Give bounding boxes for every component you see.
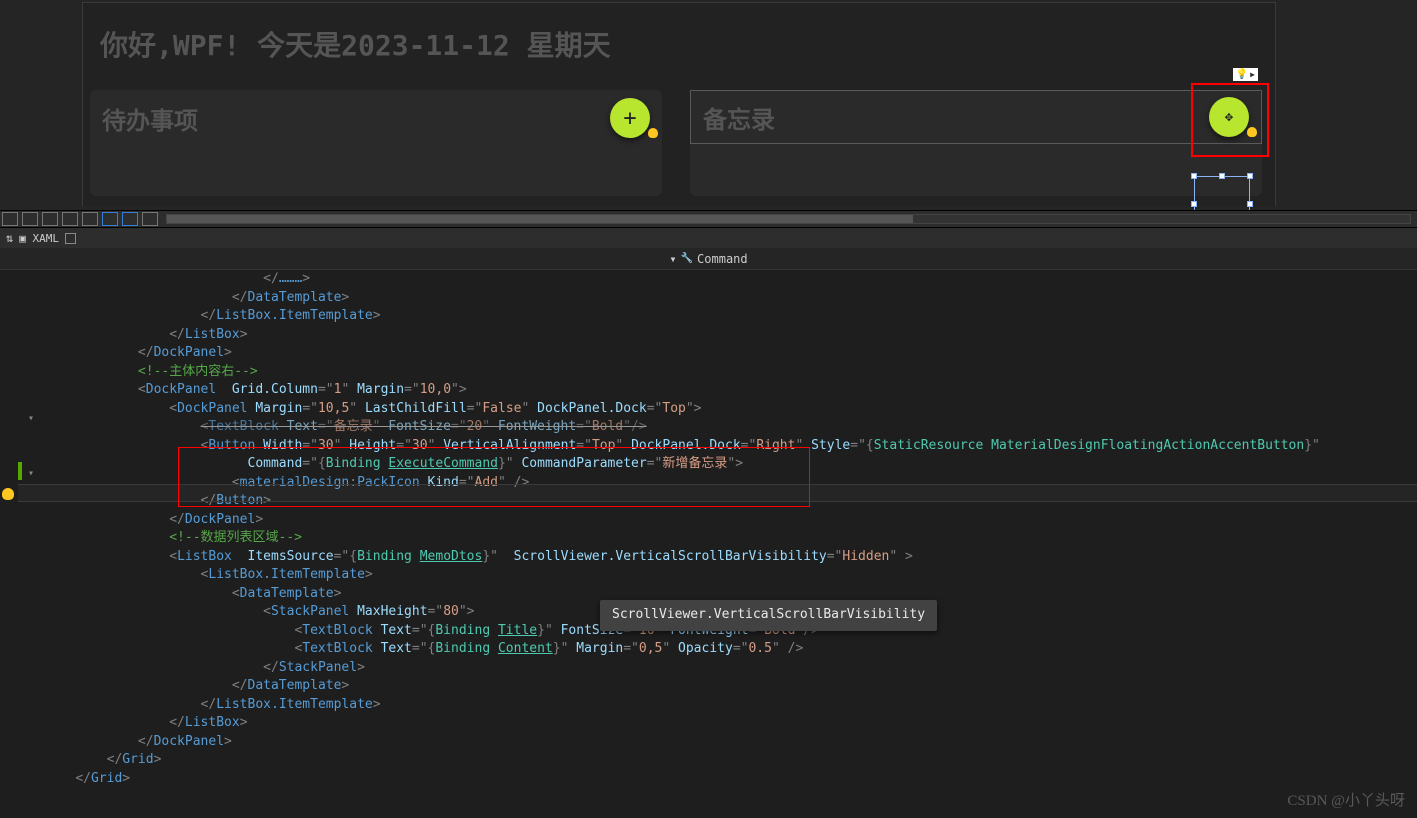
- zoom-icon[interactable]: [122, 212, 138, 226]
- lightbulb-hint[interactable]: 💡: [1233, 68, 1258, 81]
- wrench-icon: 🔧: [681, 253, 693, 264]
- card-memo-label: 备忘录: [703, 100, 775, 135]
- fold-icon[interactable]: ▾: [28, 465, 40, 484]
- tool-icon[interactable]: [2, 212, 18, 226]
- gutter: [0, 270, 16, 788]
- card-todo-label: 待办事项: [102, 101, 198, 136]
- breadcrumb-bar: ▾ 🔧 Command: [0, 248, 1417, 270]
- horizontal-scrollbar[interactable]: [166, 214, 1411, 224]
- guides-icon[interactable]: [82, 212, 98, 226]
- crumb-dropdown[interactable]: ▾: [669, 252, 676, 266]
- card-memo[interactable]: 备忘录 + 💡: [690, 90, 1262, 196]
- arrow-icon[interactable]: [142, 212, 158, 226]
- snap-icon[interactable]: [62, 212, 78, 226]
- watermark: CSDN @小丫头呀: [1287, 789, 1405, 810]
- designer-toolbar: [0, 210, 1417, 228]
- crumb-text[interactable]: Command: [697, 252, 748, 266]
- intellisense-tooltip: ScrollViewer.VerticalScrollBarVisibility: [600, 600, 937, 631]
- current-line-highlight: [18, 484, 1417, 502]
- lightbulb-gutter-icon[interactable]: [2, 488, 14, 500]
- bulb-icon: [648, 128, 658, 138]
- swap-panes-icon[interactable]: ⇅: [6, 231, 13, 245]
- card-todo[interactable]: 待办事项 +: [90, 90, 662, 196]
- popout-icon[interactable]: [65, 233, 76, 244]
- designer-canvas[interactable]: 你好,WPF! 今天是2023-11-12 星期天 待办事项 + 备忘录 + 💡: [0, 0, 1417, 210]
- greeting-text: 你好,WPF! 今天是2023-11-12 星期天: [100, 24, 611, 64]
- grid-icon[interactable]: [42, 212, 58, 226]
- fx-icon[interactable]: [22, 212, 38, 226]
- fab-add-memo[interactable]: +: [1209, 97, 1249, 137]
- change-marker: [18, 462, 22, 480]
- code-content[interactable]: <∕………> </DataTemplate> </ListBox.ItemTem…: [44, 270, 1417, 788]
- fab-add-todo[interactable]: +: [610, 98, 650, 138]
- bulb-icon: [1247, 127, 1257, 137]
- code-editor[interactable]: ▾ ▾ <∕………> </DataTemplate> </ListBox.Ite…: [0, 270, 1417, 788]
- xaml-panel-header: ⇅ ▣ XAML: [0, 228, 1417, 248]
- fold-icon[interactable]: ▾: [28, 410, 40, 429]
- xaml-tab[interactable]: ▣ XAML: [19, 232, 59, 245]
- layout-icon[interactable]: [102, 212, 118, 226]
